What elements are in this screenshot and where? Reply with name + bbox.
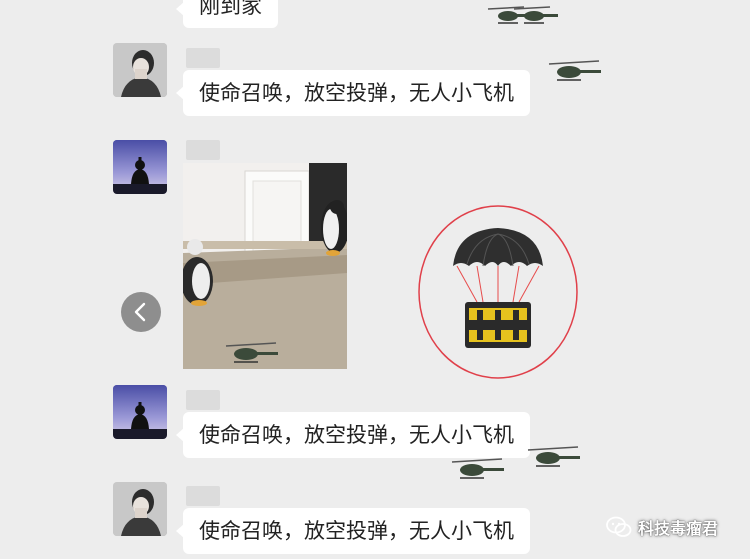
helicopter-icon: [487, 6, 558, 24]
helicopter-icon: [548, 60, 601, 81]
wechat-channel-icon: [606, 516, 632, 537]
message-text: 使命召唤，放空投弹，无人小飞机: [199, 519, 514, 543]
watermark: 科技毒瘤君: [606, 512, 718, 542]
avatar-person-image: [113, 43, 167, 97]
message-text: 使命召唤，放空投弹，无人小飞机: [199, 423, 514, 447]
room-scene-image: [183, 163, 347, 369]
message-bubble[interactable]: 使命召唤，放空投弹，无人小飞机: [176, 508, 530, 554]
parachute-crate-icon: [418, 205, 578, 379]
message-bubble[interactable]: 刚到家: [176, 0, 278, 28]
avatar[interactable]: [113, 43, 167, 97]
video-thumbnail[interactable]: [183, 163, 347, 369]
helicopter-icon: [225, 342, 278, 363]
helicopter-icon: [451, 458, 504, 479]
chat-area: 刚到家 使命召唤，放空投弹，无人小飞机 使命召唤，放空投弹，无人小飞机 使命召唤…: [0, 0, 750, 559]
avatar-buddha-image: [113, 140, 167, 194]
avatar[interactable]: [113, 140, 167, 194]
sender-name: [186, 48, 220, 68]
sender-name: [186, 390, 220, 410]
avatar[interactable]: [113, 385, 167, 439]
message-text: 刚到家: [199, 0, 262, 18]
avatar-buddha-image: [113, 385, 167, 439]
airdrop-overlay: [417, 204, 579, 380]
message-text: 使命召唤，放空投弹，无人小飞机: [199, 81, 514, 105]
message-bubble[interactable]: 使命召唤，放空投弹，无人小飞机: [176, 70, 530, 116]
helicopter-icon: [527, 446, 580, 467]
sender-name: [186, 140, 220, 160]
sender-name: [186, 486, 220, 506]
avatar[interactable]: [113, 482, 167, 536]
message-bubble[interactable]: 使命召唤，放空投弹，无人小飞机: [176, 412, 530, 458]
avatar-person-image: [113, 482, 167, 536]
back-button[interactable]: [121, 292, 161, 332]
watermark-text: 科技毒瘤君: [638, 519, 719, 538]
chevron-left-icon: [134, 302, 146, 322]
